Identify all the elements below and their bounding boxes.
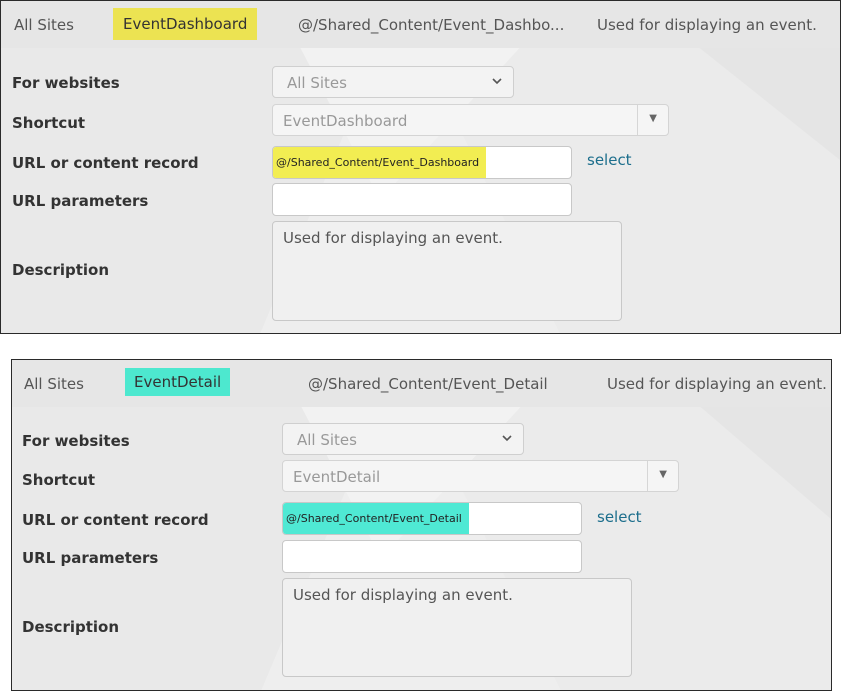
- select-link[interactable]: select: [587, 151, 632, 169]
- websites-select-value: All Sites: [287, 74, 347, 92]
- url-parameters-input[interactable]: [272, 183, 572, 216]
- description-textarea-value: Used for displaying an event.: [293, 586, 513, 604]
- shortcut-list-row[interactable]: All Sites EventDetail @/Shared_Content/E…: [12, 360, 831, 407]
- url-label: URL or content record: [22, 511, 209, 529]
- shortcut-combobox[interactable]: EventDashboard ▼: [272, 104, 669, 136]
- description-textarea-value: Used for displaying an event.: [283, 229, 503, 247]
- row-site: All Sites: [24, 375, 84, 393]
- url-parameters-label: URL parameters: [12, 192, 149, 210]
- combobox-divider: [647, 461, 648, 491]
- url-input-value: @/Shared_Content/Event_Detail: [283, 503, 469, 534]
- row-url: @/Shared_Content/Event_Dashbo...: [298, 16, 565, 34]
- shortcut-label: Shortcut: [22, 471, 96, 489]
- url-input[interactable]: @/Shared_Content/Event_Detail: [282, 502, 582, 535]
- shortcut-label: Shortcut: [12, 114, 86, 132]
- url-parameters-value: [283, 541, 293, 572]
- row-description: Used for displaying an event.: [597, 16, 817, 34]
- shortcut-list-row[interactable]: All Sites EventDashboard @/Shared_Conten…: [1, 1, 840, 48]
- triangle-down-icon[interactable]: ▼: [649, 113, 657, 124]
- row-shortcut-name: EventDashboard: [113, 8, 258, 40]
- row-site: All Sites: [14, 16, 74, 34]
- chevron-down-icon: [502, 435, 512, 442]
- websites-select[interactable]: All Sites: [282, 423, 524, 455]
- websites-select-value: All Sites: [297, 431, 357, 449]
- shortcut-combobox-value: EventDashboard: [283, 112, 408, 130]
- description-textarea[interactable]: Used for displaying an event.: [272, 221, 622, 321]
- websites-select[interactable]: All Sites: [272, 66, 514, 98]
- url-label: URL or content record: [12, 154, 199, 172]
- url-parameters-input[interactable]: [282, 540, 582, 573]
- combobox-divider: [637, 105, 638, 135]
- row-description: Used for displaying an event.: [607, 375, 827, 393]
- shortcut-editor-panel-event-detail: All Sites EventDetail @/Shared_Content/E…: [11, 359, 832, 691]
- triangle-down-icon[interactable]: ▼: [659, 469, 667, 480]
- row-shortcut-name: EventDetail: [125, 368, 231, 396]
- websites-label: For websites: [12, 74, 120, 92]
- shortcut-combobox[interactable]: EventDetail ▼: [282, 460, 679, 492]
- url-input[interactable]: @/Shared_Content/Event_Dashboard: [272, 146, 572, 179]
- shortcut-editor-panel-event-dashboard: All Sites EventDashboard @/Shared_Conten…: [0, 0, 841, 334]
- description-label: Description: [22, 618, 120, 636]
- url-parameters-label: URL parameters: [22, 549, 159, 567]
- url-parameters-value: [273, 184, 283, 215]
- websites-label: For websites: [22, 432, 130, 450]
- select-link[interactable]: select: [597, 508, 642, 526]
- url-input-value: @/Shared_Content/Event_Dashboard: [273, 147, 487, 178]
- shortcut-combobox-value: EventDetail: [293, 468, 381, 486]
- row-url: @/Shared_Content/Event_Detail: [308, 375, 548, 393]
- description-label: Description: [12, 261, 110, 279]
- description-textarea[interactable]: Used for displaying an event.: [282, 578, 632, 677]
- chevron-down-icon: [492, 78, 502, 85]
